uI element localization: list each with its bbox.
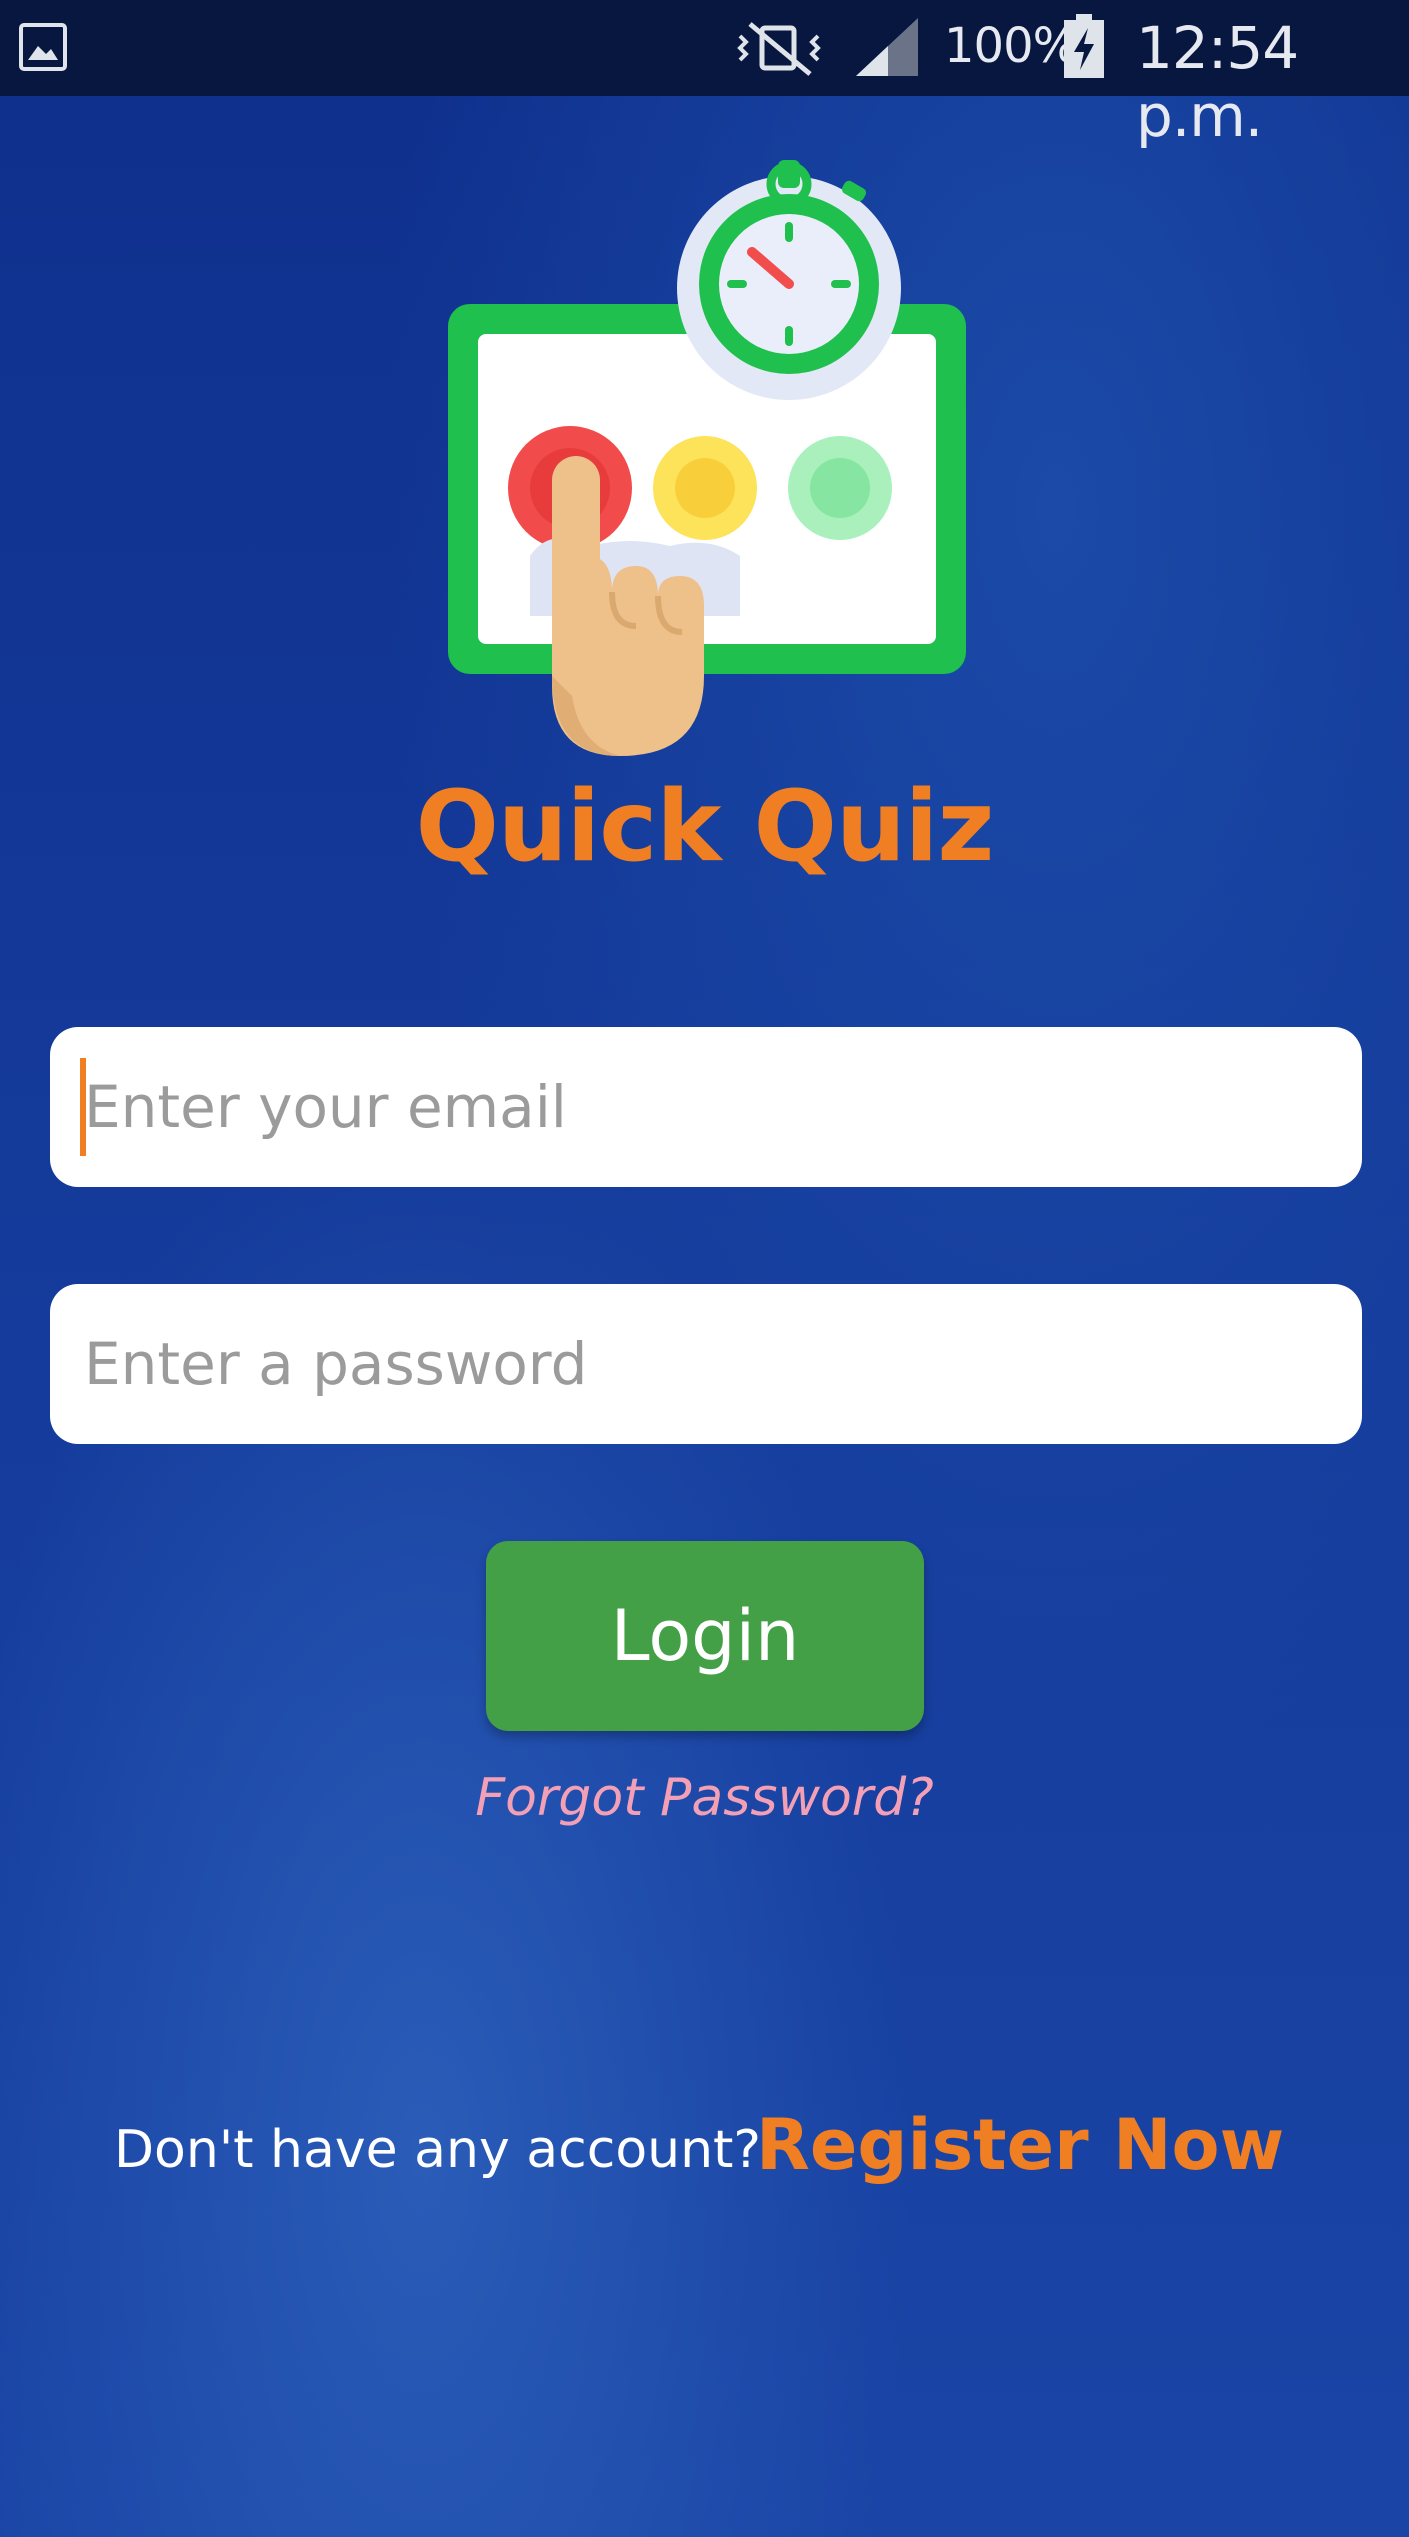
vibrate-mute-icon (737, 22, 821, 76)
forgot-password-link[interactable]: Forgot Password? (0, 1768, 1409, 1828)
quiz-buzzer-stopwatch-icon (448, 160, 966, 756)
app-title: Quick Quiz (415, 770, 995, 884)
battery-percent: 100% (944, 18, 1078, 74)
email-field-container[interactable] (50, 1027, 1362, 1187)
battery-charging-icon (1064, 14, 1104, 78)
register-now-link[interactable]: Register Now (756, 2104, 1284, 2186)
password-field-container[interactable] (50, 1284, 1362, 1444)
email-field[interactable] (84, 1073, 1324, 1141)
no-account-text: Don't have any account? (114, 2120, 762, 2180)
login-button[interactable]: Login (486, 1541, 924, 1731)
status-bar: 100% 12:54 p.m. (0, 0, 1409, 150)
clock-time: 12:54 p.m. (1136, 14, 1299, 150)
gallery-icon (19, 23, 67, 71)
password-field[interactable] (84, 1330, 1324, 1398)
signal-icon (856, 18, 918, 76)
text-cursor (80, 1058, 86, 1156)
